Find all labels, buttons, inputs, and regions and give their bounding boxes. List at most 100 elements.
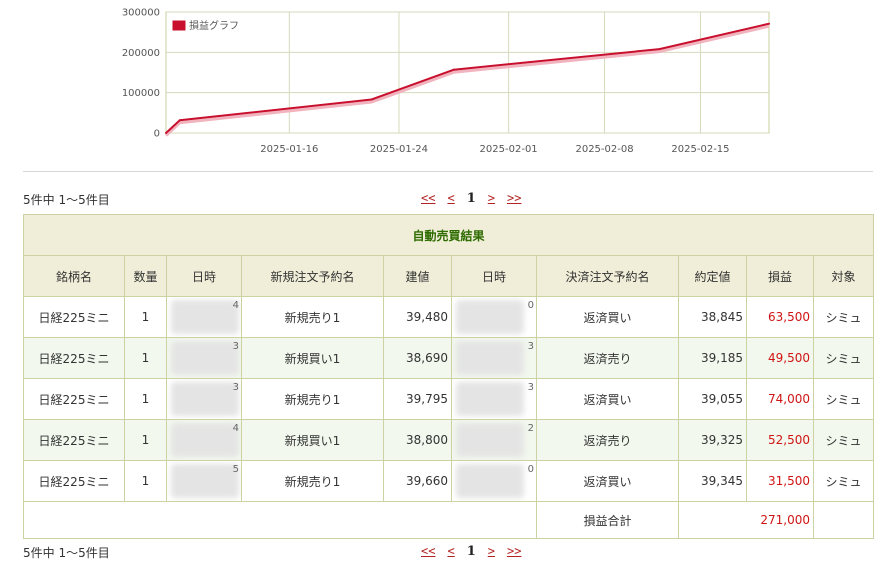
redaction-blur: [456, 423, 524, 457]
last-page-link[interactable]: >>: [507, 191, 521, 205]
cell-close-price: 38,845: [678, 296, 747, 338]
cell-target: シミュ: [812, 337, 875, 379]
cell-close-order: 返済売り: [536, 419, 679, 461]
cell-close-datetime-tail: 0: [527, 464, 534, 475]
cell-close-datetime-redacted: 0: [451, 296, 537, 338]
table-row: 日経225ミニ 1 5 新規売り1 39,660 0 返済買い 39,345 31,500 シミュ: [23, 460, 875, 502]
prev-page-link[interactable]: <: [447, 191, 454, 205]
cell-open-datetime-tail: 4: [232, 300, 239, 311]
y-tick-label: 300000: [122, 8, 160, 19]
cell-symbol: 日経225ミニ: [23, 460, 125, 502]
cell-close-datetime-redacted: 2: [451, 419, 537, 461]
cell-open-order: 新規売り1: [241, 378, 384, 420]
data-point: [370, 98, 373, 101]
cell-symbol: 日経225ミニ: [23, 337, 125, 379]
table-caption: 自動売買結果: [22, 214, 875, 256]
cell-open-datetime-tail: 3: [232, 341, 239, 352]
x-tick-label: 2025-01-24: [370, 144, 428, 155]
cell-close-datetime-tail: 2: [527, 423, 534, 434]
trade-results-table: 自動売買結果 銘柄名 数量 日時 新規注文予約名 建値 日時 決済注文予約名 約…: [22, 214, 875, 539]
data-point: [658, 48, 661, 51]
redaction-blur: [171, 300, 239, 334]
cell-profit: 52,500: [746, 419, 814, 461]
next-page-link[interactable]: >: [488, 191, 495, 205]
cell-open-datetime-redacted: 4: [166, 419, 242, 461]
header-open-order: 新規注文予約名: [241, 255, 384, 297]
total-row: 損益合計 271,000: [23, 501, 875, 539]
total-label: 損益合計: [536, 501, 679, 539]
redaction-blur: [456, 464, 524, 498]
cell-open-datetime-tail: 3: [232, 382, 239, 393]
redaction-blur: [456, 300, 524, 334]
header-open-datetime: 日時: [166, 255, 242, 297]
cell-close-order: 返済買い: [536, 378, 679, 420]
data-point: [178, 119, 181, 122]
cell-open-order: 新規売り1: [241, 296, 384, 338]
chart-legend: 損益グラフ: [171, 19, 239, 32]
cell-profit: 63,500: [746, 296, 814, 338]
legend-label: 損益グラフ: [189, 19, 239, 32]
table-row: 日経225ミニ 1 4 新規買い1 38,800 2 返済売り 39,325 52,500 シミュ: [23, 419, 875, 461]
cell-quantity: 1: [124, 419, 167, 461]
cell-open-datetime-tail: 5: [232, 464, 239, 475]
cell-close-price: 39,185: [678, 337, 747, 379]
last-page-link[interactable]: >>: [507, 544, 521, 558]
total-spacer: [23, 501, 537, 539]
cell-quantity: 1: [124, 378, 167, 420]
cell-quantity: 1: [124, 296, 167, 338]
x-tick-label: 2025-02-08: [575, 144, 633, 155]
cell-profit: 49,500: [746, 337, 814, 379]
chart-divider: [23, 171, 873, 172]
cell-target: シミュ: [812, 419, 875, 461]
cell-symbol: 日経225ミニ: [23, 378, 125, 420]
cell-close-price: 39,325: [678, 419, 747, 461]
x-tick-label: 2025-01-16: [260, 144, 318, 155]
pagination-bottom: << <1 > >>: [421, 544, 533, 559]
next-page-link[interactable]: >: [488, 544, 495, 558]
data-point: [165, 132, 167, 134]
redaction-blur: [171, 341, 239, 375]
header-target: 対象: [812, 255, 875, 297]
cell-close-datetime-tail: 3: [527, 341, 534, 352]
cell-profit: 31,500: [746, 460, 814, 502]
result-count-bottom: 5件中 1〜5件目: [23, 546, 110, 560]
cell-close-order: 返済買い: [536, 296, 679, 338]
header-symbol: 銘柄名: [23, 255, 125, 297]
header-close-order: 決済注文予約名: [536, 255, 679, 297]
cell-open-datetime-redacted: 5: [166, 460, 242, 502]
chart-y-ticks: 300000 200000 100000 0: [122, 8, 160, 140]
cell-open-datetime-redacted: 3: [166, 337, 242, 379]
first-page-link[interactable]: <<: [421, 544, 435, 558]
cell-open-price: 38,800: [383, 419, 452, 461]
pager-top: 5件中 1〜5件目 << <1 > >>: [23, 191, 873, 209]
redaction-blur: [456, 382, 524, 416]
header-close-datetime: 日時: [451, 255, 537, 297]
redaction-blur: [456, 341, 524, 375]
cell-open-order: 新規買い1: [241, 419, 384, 461]
redaction-blur: [171, 423, 239, 457]
redaction-blur: [171, 382, 239, 416]
x-tick-label: 2025-02-01: [480, 144, 538, 155]
cell-open-price: 39,795: [383, 378, 452, 420]
cell-profit: 74,000: [746, 378, 814, 420]
cell-open-order: 新規買い1: [241, 337, 384, 379]
prev-page-link[interactable]: <: [447, 544, 454, 558]
first-page-link[interactable]: <<: [421, 191, 435, 205]
redaction-blur: [171, 464, 239, 498]
x-tick-label: 2025-02-15: [671, 144, 729, 155]
cell-quantity: 1: [124, 460, 167, 502]
cell-close-order: 返済買い: [536, 460, 679, 502]
table-row: 日経225ミニ 1 4 新規売り1 39,480 0 返済買い 38,845 63,500 シミュ: [23, 296, 875, 338]
cell-close-datetime-tail: 3: [527, 382, 534, 393]
y-tick-label: 0: [154, 129, 160, 140]
cell-open-order: 新規売り1: [241, 460, 384, 502]
result-count: 5件中 1〜5件目: [23, 193, 110, 207]
header-open-price: 建値: [383, 255, 452, 297]
pager-bottom: 5件中 1〜5件目 << <1 > >>: [23, 544, 873, 562]
cell-close-datetime-tail: 0: [527, 300, 534, 311]
cell-symbol: 日経225ミニ: [23, 419, 125, 461]
cell-open-price: 38,690: [383, 337, 452, 379]
cell-quantity: 1: [124, 337, 167, 379]
header-profit: 損益: [746, 255, 814, 297]
cell-open-datetime-redacted: 3: [166, 378, 242, 420]
